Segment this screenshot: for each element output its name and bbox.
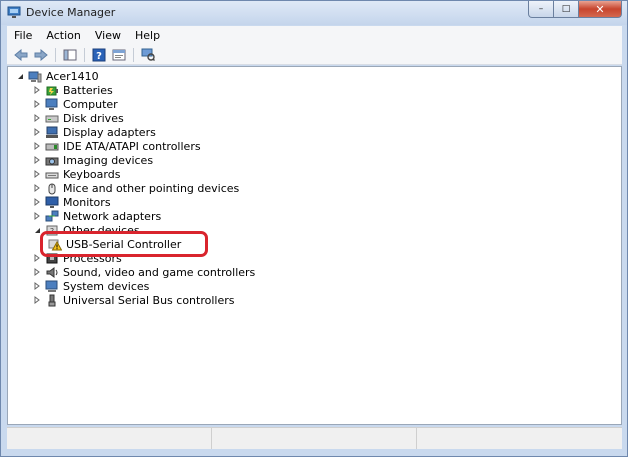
minimize-button[interactable]: – xyxy=(528,1,554,18)
svg-text:?: ? xyxy=(96,51,102,62)
device-manager-window: Device Manager – □ ✕ File Action View He… xyxy=(0,0,628,457)
computer-root-icon xyxy=(28,71,42,82)
tree-item-system-devices[interactable]: System devices xyxy=(33,279,149,293)
tree-item-batteries[interactable]: Batteries xyxy=(33,83,113,97)
highlight-annotation xyxy=(40,231,208,257)
tree-item-mice[interactable]: Mice and other pointing devices xyxy=(33,181,239,195)
forward-button[interactable] xyxy=(32,47,50,63)
collapsed-arrow-icon[interactable] xyxy=(33,167,41,181)
help-button[interactable]: ? xyxy=(90,47,108,63)
back-button[interactable] xyxy=(12,47,30,63)
toolbar-separator xyxy=(133,47,134,62)
tree-item-disk-drives[interactable]: Disk drives xyxy=(33,111,124,125)
close-button[interactable]: ✕ xyxy=(579,1,622,18)
status-bar xyxy=(7,427,622,449)
tree-item-sound-video-game[interactable]: Sound, video and game controllers xyxy=(33,265,255,279)
collapsed-arrow-icon[interactable] xyxy=(33,181,41,195)
collapsed-arrow-icon[interactable] xyxy=(33,111,41,125)
properties-button[interactable] xyxy=(110,47,128,63)
tree-item-display-adapters[interactable]: Display adapters xyxy=(33,125,156,139)
window-title: Device Manager xyxy=(26,6,116,19)
monitor-icon xyxy=(45,196,59,208)
tree-item-monitors[interactable]: Monitors xyxy=(33,195,111,209)
collapsed-arrow-icon[interactable] xyxy=(33,293,41,307)
tree-item-computer[interactable]: Computer xyxy=(33,97,118,111)
menu-view[interactable]: View xyxy=(88,29,128,42)
device-manager-icon xyxy=(7,6,21,18)
usb-icon xyxy=(48,294,56,306)
tree-root[interactable]: Acer1410 xyxy=(16,69,99,83)
ide-controller-icon xyxy=(45,143,59,150)
disk-drive-icon xyxy=(45,115,59,122)
toolbar-separator xyxy=(84,47,85,62)
collapsed-arrow-icon[interactable] xyxy=(33,153,41,167)
tree-root-label: Acer1410 xyxy=(46,69,99,83)
speaker-icon xyxy=(46,266,58,278)
forward-arrow-icon xyxy=(34,48,48,61)
collapsed-arrow-icon[interactable] xyxy=(33,195,41,209)
battery-icon xyxy=(46,86,58,95)
console-tree-icon xyxy=(63,49,77,60)
network-adapter-icon xyxy=(45,210,59,221)
title-bar[interactable]: Device Manager – □ ✕ xyxy=(1,1,627,25)
window-controls: – □ ✕ xyxy=(528,1,622,18)
menu-file[interactable]: File xyxy=(7,29,39,42)
scan-hardware-icon xyxy=(141,48,155,61)
collapsed-arrow-icon[interactable] xyxy=(33,83,41,97)
tree-item-usb-controllers[interactable]: Universal Serial Bus controllers xyxy=(33,293,234,307)
menu-help[interactable]: Help xyxy=(128,29,167,42)
help-icon: ? xyxy=(92,48,106,62)
properties-icon xyxy=(112,49,126,60)
scan-hardware-button[interactable] xyxy=(139,47,157,63)
tree-item-keyboards[interactable]: Keyboards xyxy=(33,167,120,181)
mouse-icon xyxy=(48,183,56,194)
status-pane xyxy=(7,428,212,449)
show-hide-console-tree-button[interactable] xyxy=(61,47,79,63)
collapsed-arrow-icon[interactable] xyxy=(33,97,41,111)
collapsed-arrow-icon[interactable] xyxy=(33,209,41,223)
system-devices-icon xyxy=(45,280,58,292)
display-adapter-icon xyxy=(46,126,58,138)
computer-icon xyxy=(45,98,58,110)
tree-item-network-adapters[interactable]: Network adapters xyxy=(33,209,161,223)
collapsed-arrow-icon[interactable] xyxy=(33,125,41,139)
camera-icon xyxy=(45,157,59,165)
collapsed-arrow-icon[interactable] xyxy=(33,139,41,153)
expanded-arrow-icon[interactable] xyxy=(16,69,24,83)
collapsed-arrow-icon[interactable] xyxy=(33,265,41,279)
status-pane xyxy=(212,428,417,449)
status-pane xyxy=(417,428,620,449)
toolbar: ? xyxy=(7,45,622,65)
tree-item-ide-controllers[interactable]: IDE ATA/ATAPI controllers xyxy=(33,139,201,153)
menu-action[interactable]: Action xyxy=(39,29,87,42)
tree-item-imaging-devices[interactable]: Imaging devices xyxy=(33,153,153,167)
maximize-button[interactable]: □ xyxy=(554,1,579,18)
toolbar-separator xyxy=(55,47,56,62)
collapsed-arrow-icon[interactable] xyxy=(33,279,41,293)
keyboard-icon xyxy=(45,172,59,178)
back-arrow-icon xyxy=(14,48,28,61)
menu-bar: File Action View Help xyxy=(7,26,622,45)
